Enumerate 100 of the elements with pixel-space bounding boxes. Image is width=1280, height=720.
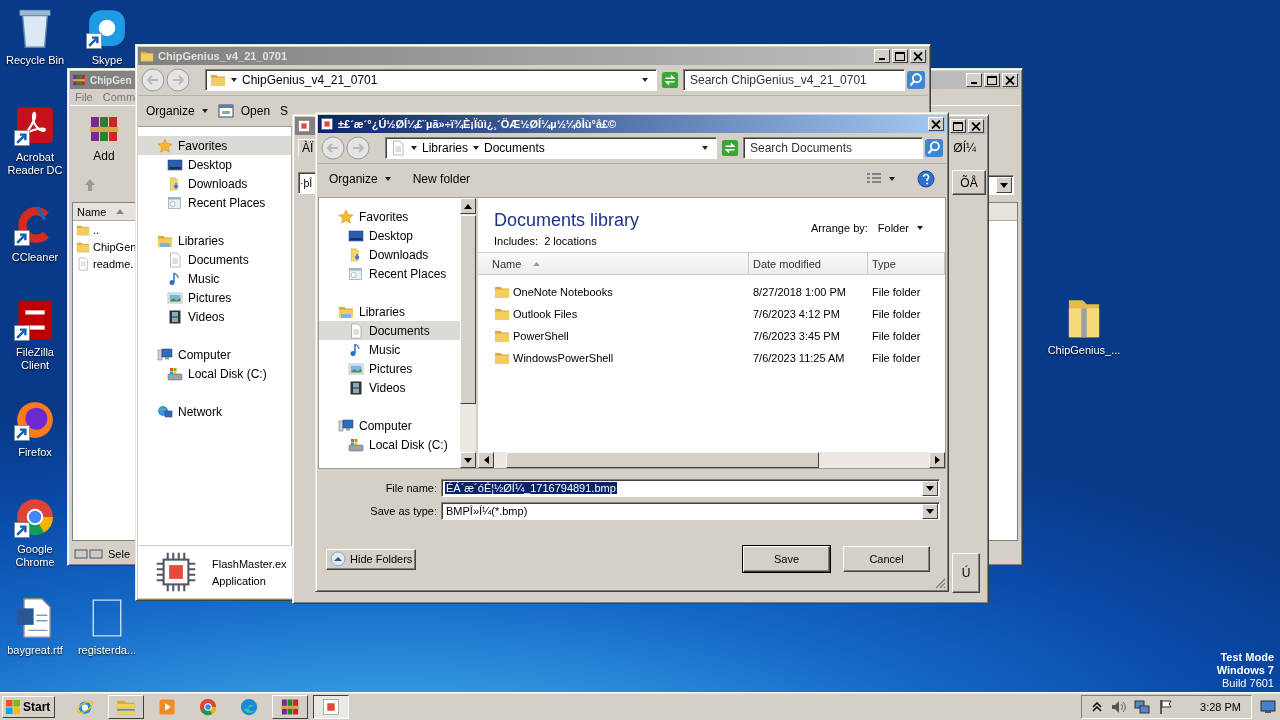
help-button[interactable] [914,168,938,190]
toolbar-button[interactable]: Organize [326,170,394,188]
left-arrow-icon [483,456,489,464]
toolbar-button[interactable]: Add [88,113,120,163]
type-cell-text: File folder [871,308,922,320]
nav-item[interactable]: Music [319,340,460,359]
clock[interactable]: 3:28 PM [1200,700,1241,713]
start-button[interactable]: Start [2,695,56,718]
folder-icon [494,284,510,300]
star-icon [338,208,354,225]
dialog-button[interactable]: Save [743,546,830,572]
nav-item[interactable]: Videos [138,307,291,326]
monitor-icon [167,156,183,173]
nav-item[interactable]: Documents [138,250,291,269]
file-name[interactable]: WindowsPowerShell [478,350,749,366]
caret-icon [411,146,417,150]
column-header[interactable]: Date modified [749,253,868,274]
nav-item[interactable]: Desktop [138,155,291,174]
nav-item[interactable]: Computer [138,345,291,364]
button[interactable]: ÕÅ [952,170,986,195]
search-field[interactable]: Search ChipGenius_v4_21_0701 [683,69,905,91]
icon-label: Google Chrome [14,543,56,569]
file-row[interactable]: readme. [73,255,138,272]
search-field[interactable]: Search Documents [743,137,923,159]
icon-label: Recycle Bin [5,54,65,67]
scrollbar[interactable] [478,452,945,468]
hide-folders-button[interactable]: Hide Folders [326,548,417,570]
icon-label: Skype [91,54,123,67]
nav-item[interactable]: Videos [319,378,460,397]
button[interactable]: Ú [952,553,980,593]
icon-label: Acrobat Reader DC [6,151,64,177]
refresh-button[interactable] [721,139,739,157]
toolbar-button[interactable]: Organize [144,102,210,120]
flag-icon [1158,698,1175,715]
combo-field[interactable]: ÉÁ´æ´óÊ¦½ØÍ¼_1716794891.bmp [441,479,940,497]
file-row[interactable]: .. [73,221,138,238]
window-icon [167,194,183,211]
arrange-dropdown[interactable]: Folder [877,222,923,234]
file-name[interactable]: OneNote Notebooks [478,284,749,300]
caret-icon [384,177,391,181]
search-button[interactable] [907,71,925,89]
folder-icon [140,49,154,63]
nav-item[interactable]: Local Disk (C:) [319,435,460,454]
address-bar[interactable]: Libraries Documents [385,137,717,159]
network-icon [1134,698,1151,715]
nav-item[interactable]: Pictures [138,288,291,307]
status-text: Sele [108,548,131,560]
nav-item[interactable]: Recent Places [138,193,291,212]
toolbar-button[interactable]: New folder [409,170,474,188]
nav-item[interactable]: Libraries [138,231,291,250]
combo-field[interactable]: BMPÎ»Í¼(*.bmp) [441,502,940,520]
icon-label: CCleaner [11,251,59,264]
icon-label: registerda... [77,644,137,657]
breadcrumb[interactable]: ChipGenius_v4_21_0701 [242,73,378,87]
close-icon [931,119,941,129]
dialog-button[interactable]: Cancel [843,546,930,572]
maximize-icon [953,121,963,131]
icon-label: ChipGenius_... [1047,344,1121,357]
nav-item[interactable]: Downloads [138,174,291,193]
file-name[interactable]: PowerShell [478,328,749,344]
column-header[interactable]: Name [73,203,129,220]
nav-item[interactable]: Libraries [319,302,460,321]
nav-item[interactable]: Documents [319,321,460,340]
nav-item[interactable]: Recent Places [319,264,460,283]
column-header[interactable]: Name [478,253,749,274]
breadcrumb[interactable]: Libraries [422,141,469,155]
nav-item[interactable]: Network [138,402,291,421]
help-icon [917,170,935,188]
toolbar-button[interactable]: Open [215,101,273,121]
refresh-button[interactable] [661,71,679,89]
show-desktop-button[interactable] [1258,699,1278,714]
nav-item[interactable]: Desktop [319,226,460,245]
globe-icon [157,403,173,420]
right-arrow-icon [934,456,940,464]
nav-item[interactable]: Computer [319,416,460,435]
column-header[interactable]: Type [868,253,945,274]
file-name[interactable]: Outlook Files [478,306,749,322]
address-bar[interactable]: ChipGenius_v4_21_0701 [205,69,657,91]
scrollbar[interactable] [460,198,476,468]
file-row[interactable]: ChipGen [73,238,138,255]
toolbar-button[interactable]: S [278,102,291,120]
field-label: Save as type: [369,505,437,517]
film-icon [167,308,183,325]
search-button[interactable] [925,139,943,157]
breadcrumb[interactable]: Documents [484,141,545,155]
nav-item[interactable]: Downloads [319,245,460,264]
maximize-icon [895,51,905,61]
nav-item[interactable]: Pictures [319,359,460,378]
nav-item[interactable]: Music [138,269,291,288]
folder-icon [494,328,510,344]
nav-item[interactable]: Local Disk (C:) [138,364,291,383]
down-arrow-icon [464,457,472,463]
nav-item[interactable]: Favorites [138,136,291,155]
close-button[interactable] [928,117,944,131]
nav-item[interactable]: Favorites [319,207,460,226]
chevron-icon [1092,701,1103,712]
folder-icon [494,306,510,322]
caret-icon [473,146,480,150]
taskbar-button[interactable] [313,694,350,719]
type-cell-text: File folder [871,286,922,298]
